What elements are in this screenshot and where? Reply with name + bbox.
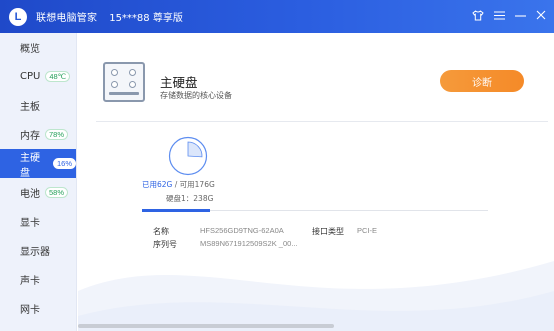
sidebar-item-display[interactable]: 显示器 bbox=[0, 236, 76, 265]
sidebar-item-label: 电池 bbox=[20, 189, 40, 200]
skin-shirt-icon[interactable] bbox=[471, 8, 485, 22]
interface-value: PCI-E bbox=[357, 226, 378, 235]
name-label: 名称 bbox=[153, 227, 169, 236]
serial-label: 序列号 bbox=[153, 240, 177, 249]
tab-disk-1[interactable] bbox=[142, 209, 210, 212]
disk-capacity: 硬盘1：238G bbox=[166, 194, 214, 203]
app-title: 联想电脑管家 bbox=[36, 13, 98, 24]
sidebar-nav: 概览 CPU 48℃ 主板 内存 78% 主硬盘 16% 电池 58% 显卡 显… bbox=[0, 33, 77, 331]
disk-usage-pie bbox=[168, 136, 208, 176]
sidebar-item-main-disk[interactable]: 主硬盘 16% bbox=[0, 149, 76, 179]
used-space: 已用62G bbox=[142, 180, 173, 189]
status-badge: 58% bbox=[45, 187, 69, 198]
status-badge: 78% bbox=[45, 129, 69, 140]
sidebar-item-memory[interactable]: 内存 78% bbox=[0, 120, 76, 149]
divider bbox=[96, 121, 548, 122]
usage-text: 已用62G / 可用176G bbox=[142, 179, 215, 190]
status-badge: 16% bbox=[52, 158, 76, 169]
app-logo: L bbox=[9, 7, 27, 26]
diagnose-button[interactable]: 诊断 bbox=[440, 70, 524, 92]
serial-value: MS89N671912509S2K _00... bbox=[200, 239, 298, 248]
sidebar-item-network[interactable]: 网卡 bbox=[0, 294, 76, 323]
close-icon[interactable] bbox=[534, 8, 548, 22]
menu-icon[interactable] bbox=[492, 8, 506, 22]
account-label[interactable]: 15***88 尊享版 bbox=[109, 9, 183, 24]
background-waves bbox=[78, 261, 554, 331]
sidebar-item-motherboard[interactable]: 主板 bbox=[0, 91, 76, 120]
sidebar-item-label: 内存 bbox=[20, 131, 40, 142]
sidebar-item-label: 主硬盘 bbox=[20, 152, 40, 179]
title-bar: L 联想电脑管家 15***88 尊享版 bbox=[0, 0, 554, 33]
status-badge: 48℃ bbox=[45, 71, 71, 82]
sidebar-item-battery[interactable]: 电池 58% bbox=[0, 178, 76, 207]
interface-label: 接口类型 bbox=[312, 227, 344, 236]
available-space: / 可用176G bbox=[172, 180, 215, 189]
sidebar-item-label: 声卡 bbox=[20, 276, 40, 287]
hard-disk-icon bbox=[103, 62, 145, 102]
sidebar-item-label: 网卡 bbox=[20, 305, 40, 316]
sidebar-item-label: 显示器 bbox=[20, 247, 50, 258]
sidebar-item-graphics[interactable]: 显卡 bbox=[0, 207, 76, 236]
horizontal-scrollbar[interactable] bbox=[78, 324, 334, 328]
sidebar-item-label: 主板 bbox=[20, 102, 40, 113]
sidebar-item-sound[interactable]: 声卡 bbox=[0, 265, 76, 294]
page-title: 主硬盘 bbox=[160, 75, 198, 90]
name-value: HFS256GD9TNG-62A0A bbox=[200, 226, 284, 235]
sidebar-item-cpu[interactable]: CPU 48℃ bbox=[0, 62, 76, 91]
window-controls bbox=[471, 8, 548, 22]
sidebar-item-overview[interactable]: 概览 bbox=[0, 33, 76, 62]
sidebar-item-label: 概览 bbox=[20, 44, 40, 55]
page-subtitle: 存储数据的核心设备 bbox=[160, 91, 232, 100]
main-panel: 主硬盘 存储数据的核心设备 诊断 已用62G / 可用176G 硬盘1：238G… bbox=[78, 33, 554, 331]
sidebar-item-label: 显卡 bbox=[20, 218, 40, 229]
sidebar-item-label: CPU bbox=[20, 71, 41, 82]
minimize-icon[interactable] bbox=[513, 8, 527, 22]
